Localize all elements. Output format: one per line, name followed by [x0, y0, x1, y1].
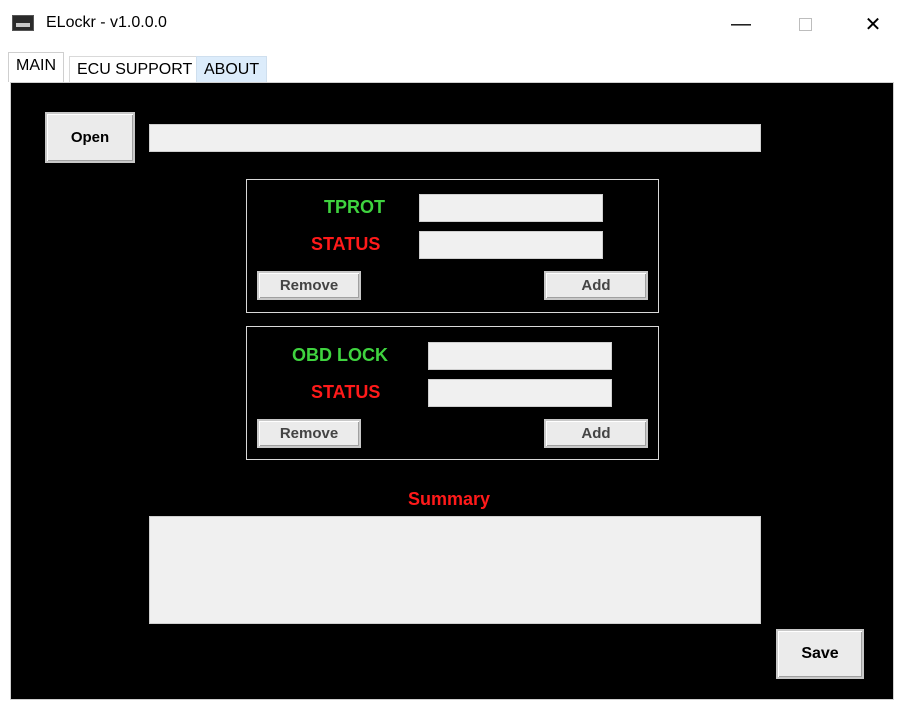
- open-button[interactable]: Open: [45, 112, 135, 163]
- tab-ecu-support[interactable]: ECU SUPPORT: [69, 56, 201, 82]
- main-panel: Open TPROT STATUS Remove Add OBD LOCK ST…: [10, 82, 894, 700]
- maximize-icon: [798, 17, 812, 31]
- tprot-field[interactable]: [419, 194, 603, 222]
- obd-lock-field[interactable]: [428, 342, 612, 370]
- obd-lock-label: OBD LOCK: [292, 345, 388, 365]
- tprot-add-button[interactable]: Add: [544, 271, 648, 300]
- obd-add-button[interactable]: Add: [544, 419, 648, 448]
- app-window: ELockr - v1.0.0.0 — ✕ MAIN ECU SUPPORT A…: [0, 0, 910, 706]
- close-button[interactable]: ✕: [850, 8, 896, 40]
- summary-textarea[interactable]: [149, 516, 761, 624]
- obd-status-field[interactable]: [428, 379, 612, 407]
- tprot-label: TPROT: [324, 197, 385, 217]
- tab-strip: MAIN ECU SUPPORT ABOUT: [8, 52, 898, 82]
- tprot-status-field[interactable]: [419, 231, 603, 259]
- window-title: ELockr - v1.0.0.0: [46, 14, 167, 31]
- tab-about[interactable]: ABOUT: [196, 56, 268, 82]
- save-button[interactable]: Save: [776, 629, 864, 679]
- tprot-remove-button[interactable]: Remove: [257, 271, 361, 300]
- app-logo-icon: [12, 15, 34, 31]
- tprot-status-label: STATUS: [311, 234, 381, 254]
- tprot-group: TPROT STATUS Remove Add: [246, 179, 659, 313]
- obd-status-label: STATUS: [311, 382, 381, 402]
- obd-remove-button[interactable]: Remove: [257, 419, 361, 448]
- summary-label: Summary: [408, 489, 491, 509]
- obd-lock-group: OBD LOCK STATUS Remove Add: [246, 326, 659, 460]
- tab-main[interactable]: MAIN: [8, 52, 64, 82]
- minimize-button[interactable]: —: [718, 8, 764, 40]
- maximize-button[interactable]: [782, 8, 828, 40]
- title-bar[interactable]: ELockr - v1.0.0.0 — ✕: [0, 0, 910, 48]
- file-path-field[interactable]: [149, 124, 761, 152]
